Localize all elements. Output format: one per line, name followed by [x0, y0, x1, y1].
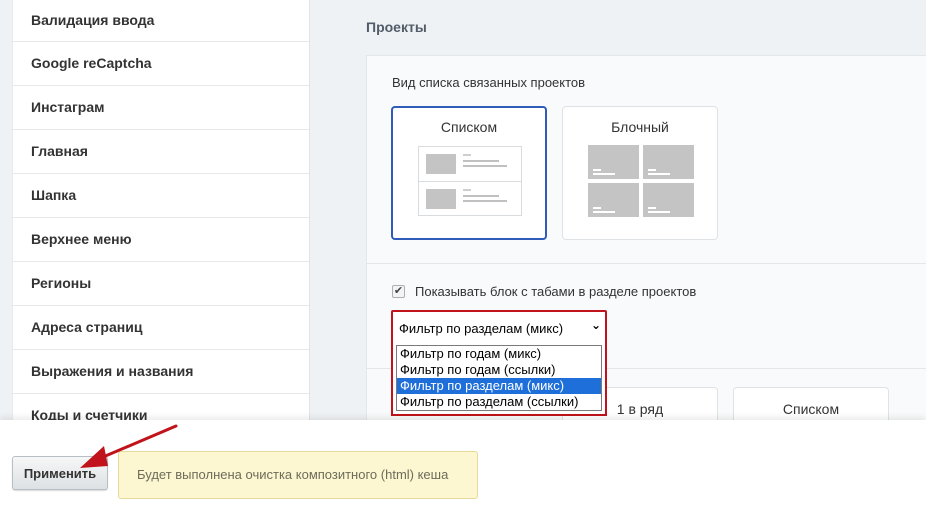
- filter-option-sections-links[interactable]: Фильтр по разделам (ссылки): [397, 394, 601, 410]
- sidebar-item-expressions[interactable]: Выражения и названия: [13, 350, 309, 394]
- view-option-list[interactable]: Списком: [391, 106, 547, 240]
- sidebar-item-input-validation[interactable]: Валидация ввода: [13, 0, 309, 42]
- filter-option-sections-mix[interactable]: Фильтр по разделам (микс): [397, 378, 601, 394]
- view-option-blocks[interactable]: Блочный: [562, 106, 718, 240]
- list-layout-icon: [418, 146, 522, 216]
- sidebar-item-counters[interactable]: Коды и счетчики: [13, 394, 309, 420]
- show-tabs-checkbox[interactable]: ✔: [392, 284, 405, 298]
- sidebar-item-regions[interactable]: Регионы: [13, 262, 309, 306]
- sidebar-item-top-menu[interactable]: Верхнее меню: [13, 218, 309, 262]
- panel-divider: [367, 263, 926, 264]
- grid-layout-icon: [588, 145, 694, 217]
- show-tabs-option[interactable]: ✔ Показывать блок с табами в разделе про…: [392, 282, 696, 300]
- view-option-list-label: Списком: [440, 119, 498, 135]
- filter-select[interactable]: Фильтр по разделам (микс) ⌄: [391, 310, 607, 346]
- filter-options-list: Фильтр по годам (микс) Фильтр по годам (…: [396, 345, 602, 411]
- filter-option-years-mix[interactable]: Фильтр по годам (микс): [397, 346, 601, 362]
- bottom-action-bar: Применить Будет выполнена очистка композ…: [0, 420, 926, 516]
- view-option-blocks-label: Блочный: [611, 119, 669, 135]
- sidebar-item-home[interactable]: Главная: [13, 130, 309, 174]
- filter-option-years-links[interactable]: Фильтр по годам (ссылки): [397, 362, 601, 378]
- check-icon: ✔: [393, 284, 404, 297]
- section-title: Проекты: [366, 19, 427, 35]
- sidebar-item-recaptcha[interactable]: Google reCaptcha: [13, 42, 309, 86]
- apply-button[interactable]: Применить: [12, 456, 108, 490]
- sidebar-item-instagram[interactable]: Инстаграм: [13, 86, 309, 130]
- list-view-label: Вид списка связанных проектов: [392, 75, 586, 90]
- projects-settings-panel: Вид списка связанных проектов Списком Бл…: [366, 55, 926, 437]
- settings-sidebar: Валидация ввода Google reCaptcha Инстагр…: [12, 0, 310, 420]
- chevron-down-icon[interactable]: ⌄: [591, 318, 601, 332]
- sidebar-item-page-addresses[interactable]: Адреса страниц: [13, 306, 309, 350]
- filter-select-value[interactable]: Фильтр по разделам (микс): [396, 315, 602, 341]
- show-tabs-label: Показывать блок с табами в разделе проек…: [415, 283, 697, 299]
- cache-notice: Будет выполнена очистка композитного (ht…: [118, 451, 478, 499]
- sidebar-item-header[interactable]: Шапка: [13, 174, 309, 218]
- filter-dropdown: Фильтр по годам (микс) Фильтр по годам (…: [391, 344, 607, 416]
- main-content: Проекты Вид списка связанных проектов Сп…: [309, 0, 926, 437]
